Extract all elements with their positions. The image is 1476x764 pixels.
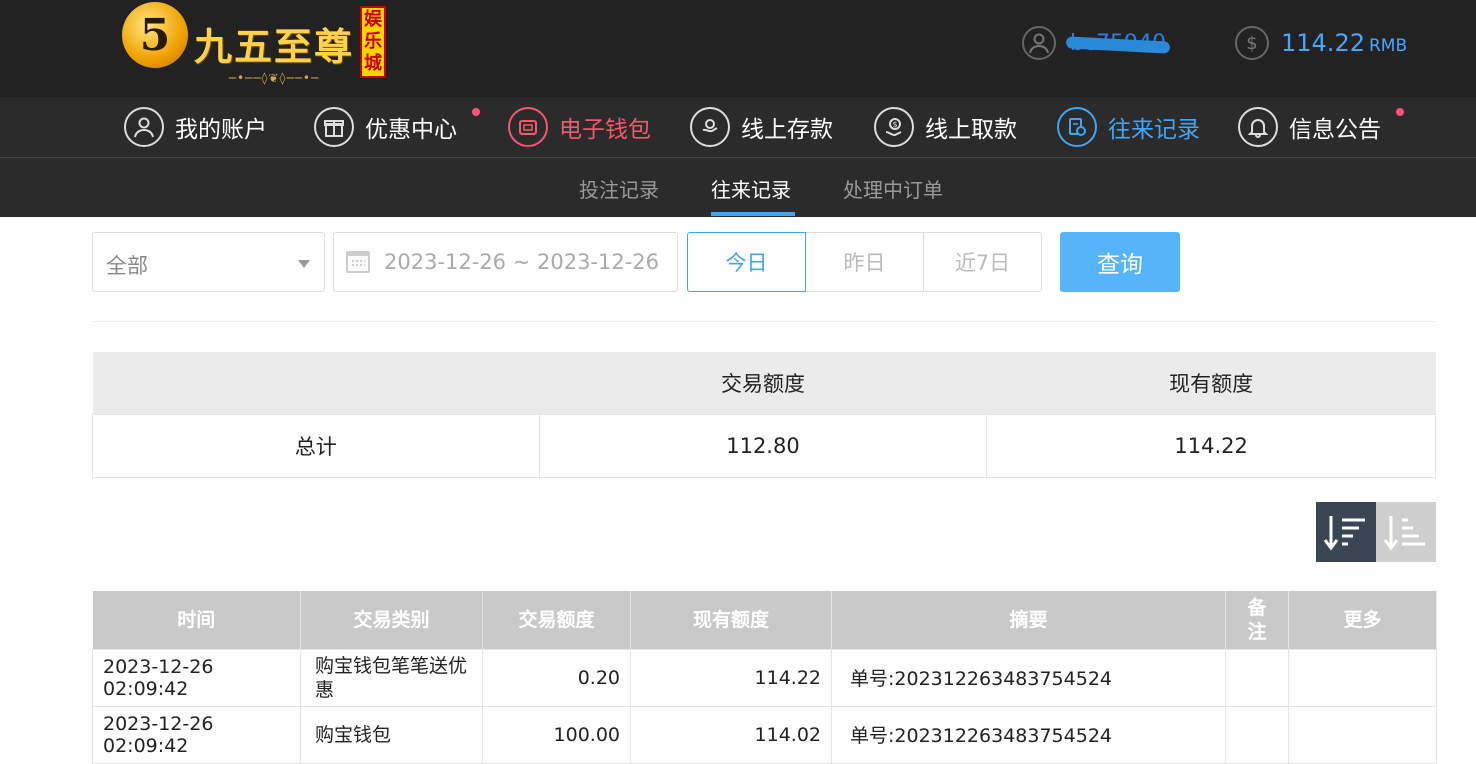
col-more: 更多 [1288, 591, 1437, 649]
col-type: 交易类别 [300, 591, 483, 649]
user-circle-icon [124, 107, 164, 147]
total-label: 总计 [92, 413, 540, 478]
summary-table: 交易额度 现有额度 总计 112.80 114.22 [92, 352, 1436, 478]
notification-dot [1396, 108, 1404, 116]
top-header: 5 九五至尊 ─•──◊❦◊──•─ 娱乐城 bc75940 $ 114.22 R… [0, 0, 1476, 97]
logo-ornament: ─•──◊❦◊──•─ [228, 71, 320, 85]
table-row: 2023-12-26 02:09:42 购宝钱包笔笔送优惠 0.20 114.2… [92, 648, 1437, 707]
svg-text:$: $ [893, 120, 898, 129]
notification-dot [472, 108, 480, 116]
username: bc75940 [1070, 30, 1167, 56]
gift-icon [314, 107, 354, 147]
col-amount: 交易额度 [482, 591, 631, 649]
tab-pending-orders[interactable]: 处理中订单 [843, 174, 943, 203]
divider [92, 321, 1436, 322]
sort-descending-icon [1323, 516, 1365, 551]
site-logo[interactable]: 5 九五至尊 ─•──◊❦◊──•─ 娱乐城 [122, 2, 387, 85]
date-range-input[interactable]: 2023-12-26 ~ 2023-12-26 [333, 232, 678, 292]
sub-nav: 投注记录 往来记录 处理中订单 [0, 158, 1476, 217]
col-balance: 现有额度 [630, 591, 832, 649]
sort-asc-button[interactable] [1376, 502, 1436, 562]
logo-tag: 娱乐城 [360, 6, 387, 78]
calendar-icon [346, 251, 370, 273]
wallet-icon [508, 107, 548, 147]
nav-online-withdraw[interactable]: $ 线上取款 [874, 107, 1017, 147]
summary-header-row: 交易额度 现有额度 [92, 352, 1436, 414]
main-nav: 我的账户 优惠中心 电子钱包 线上存款 $ 线上取款 往来记录 信息公告 [0, 97, 1476, 158]
sort-ascending-icon [1383, 516, 1425, 551]
total-current-balance: 114.22 [986, 413, 1436, 478]
withdraw-icon: $ [874, 107, 914, 147]
records-icon [1057, 107, 1097, 147]
query-button[interactable]: 查询 [1060, 232, 1180, 292]
nav-online-deposit[interactable]: 线上存款 [690, 107, 833, 147]
bell-icon [1238, 107, 1278, 147]
logo-badge: 5 [122, 2, 188, 68]
transaction-table: 时间 交易类别 交易额度 现有额度 摘要 备注 更多 2023-12-26 02… [92, 591, 1437, 764]
nav-announcements[interactable]: 信息公告 [1238, 107, 1404, 147]
type-select[interactable]: 全部 [92, 232, 325, 292]
nav-my-account[interactable]: 我的账户 [124, 107, 267, 147]
table-row: 2023-12-26 02:09:42 购宝钱包 100.00 114.02 单… [92, 705, 1437, 764]
table-header-row: 时间 交易类别 交易额度 现有额度 摘要 备注 更多 [92, 591, 1437, 649]
user-icon [1022, 26, 1056, 60]
tab-transaction-records[interactable]: 往来记录 [711, 174, 791, 203]
active-tab-indicator [711, 212, 795, 216]
logo-text: 九五至尊 [194, 24, 355, 69]
today-button[interactable]: 今日 [687, 232, 806, 292]
yesterday-button[interactable]: 昨日 [805, 232, 924, 292]
deposit-icon [690, 107, 730, 147]
dollar-icon: $ [1235, 26, 1269, 60]
col-note: 备注 [1225, 591, 1289, 649]
last-7-days-button[interactable]: 近7日 [923, 232, 1042, 292]
quick-date-buttons: 今日 昨日 近7日 [687, 232, 1042, 292]
tab-bet-records[interactable]: 投注记录 [579, 174, 659, 203]
user-info[interactable]: bc75940 [1022, 26, 1166, 60]
balance-info: $ 114.22 RMB [1235, 26, 1407, 60]
sort-buttons [1316, 502, 1436, 562]
summary-total-row: 总计 112.80 114.22 [92, 413, 1436, 478]
nav-e-wallet[interactable]: 电子钱包 [508, 107, 651, 147]
col-summary: 摘要 [831, 591, 1226, 649]
nav-promotions[interactable]: 优惠中心 [314, 107, 480, 147]
col-time: 时间 [92, 591, 301, 649]
sort-desc-button[interactable] [1316, 502, 1376, 562]
nav-transaction-records[interactable]: 往来记录 [1057, 107, 1200, 147]
total-transaction-amount: 112.80 [538, 413, 988, 478]
balance-amount: 114.22 RMB [1281, 29, 1408, 57]
caret-down-icon [298, 260, 310, 268]
